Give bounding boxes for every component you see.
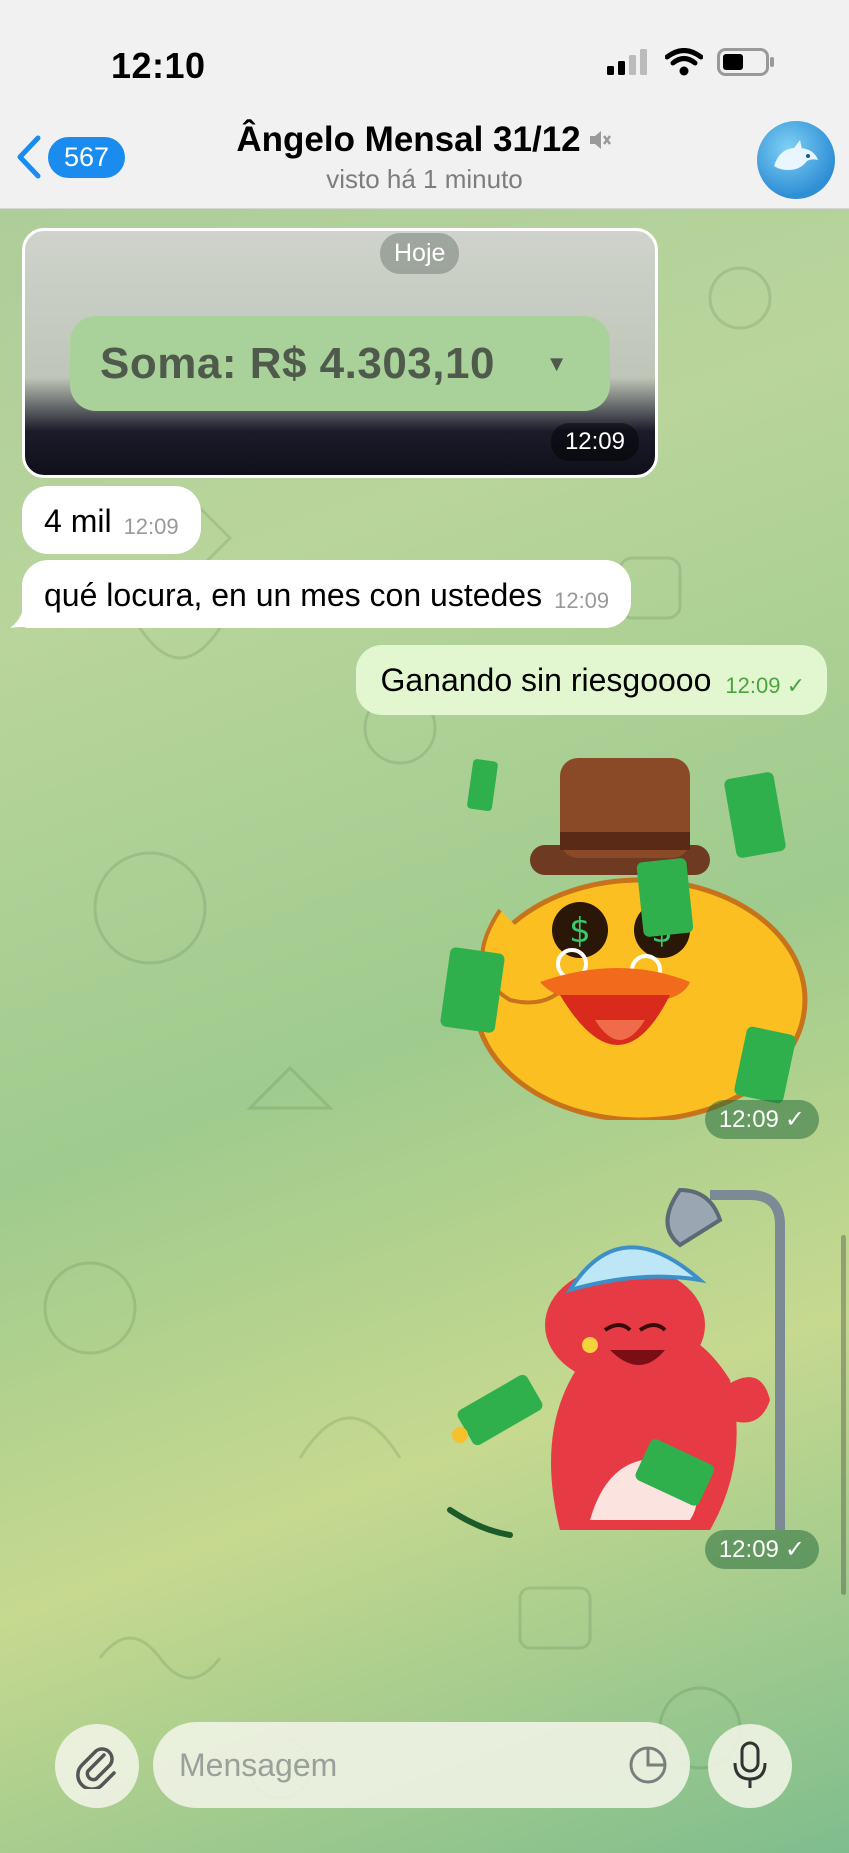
sticker-time-text: 12:09 [718,1105,779,1133]
sticker-icon[interactable] [628,1745,668,1785]
status-icons [607,48,775,76]
check-icon: ✓ [784,1106,805,1133]
microphone-button[interactable] [708,1724,792,1808]
photo-sum-text: Soma: R$ 4.303,10 [100,338,495,388]
duck-money-sticker[interactable]: $ $ [440,750,820,1120]
message-text: 4 mil [44,503,112,539]
signal-icon [607,49,647,75]
message-time: 12:09 ✓ [725,673,805,715]
photo-message[interactable]: Soma: R$ 4.303,10 ▼ 12:09 [22,228,658,478]
bear-shower-money-sticker[interactable] [440,1180,820,1550]
muted-icon [589,131,611,149]
date-chip: Hoje [380,233,460,274]
photo-timestamp: 12:09 [550,423,639,461]
message-input[interactable]: Mensagem [153,1722,690,1808]
chat-header: 12:10 567 Ângelo Mensal 31/12 visto há 1… [0,0,849,209]
dolphin-avatar-icon [774,140,818,170]
message-text: qué locura, en un mes con ustedes [44,577,543,613]
sticker-timestamp: 12:09 ✓ [704,1530,819,1569]
sticker-time-text: 12:09 [718,1535,779,1563]
message-input-placeholder: Mensagem [179,1746,338,1783]
incoming-message[interactable]: qué locura, en un mes con ustedes 12:09 [22,560,632,628]
outgoing-message[interactable]: Ganando sin riesgoooo 12:09 ✓ [356,645,827,715]
message-time: 12:09 [554,588,610,613]
scrollbar[interactable] [841,1235,846,1595]
check-icon: ✓ [786,673,805,698]
sticker-timestamp: 12:09 ✓ [704,1100,819,1139]
svg-text:$: $ [569,911,591,951]
status-time: 12:10 [111,45,206,86]
last-seen-status: visto há 1 minuto [326,164,523,194]
photo-sum-label: Soma: R$ 4.303,10 ▼ [70,316,610,411]
microphone-icon [733,1741,767,1788]
message-time: 12:09 [123,514,179,539]
paperclip-icon [76,1747,116,1789]
message-time-text: 12:09 [725,673,781,698]
check-icon: ✓ [784,1536,805,1563]
message-text: Ganando sin riesgoooo [380,662,712,698]
wifi-icon [665,48,703,76]
incoming-message[interactable]: 4 mil 12:09 [22,486,201,554]
avatar[interactable] [757,121,835,199]
chat-title-area[interactable]: Ângelo Mensal 31/12 visto há 1 minuto [0,120,849,195]
battery-icon [717,48,774,76]
chat-title: Ângelo Mensal 31/12 [236,120,581,159]
attach-button[interactable] [55,1724,139,1808]
caret-down-icon: ▼ [545,350,568,376]
bubble-tail [10,596,38,628]
